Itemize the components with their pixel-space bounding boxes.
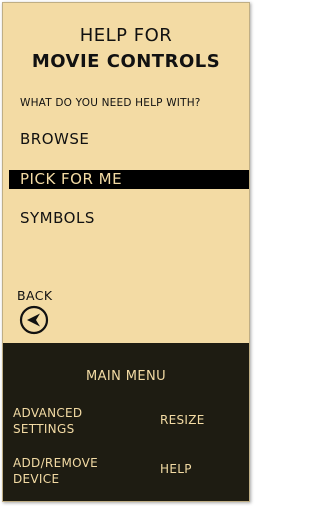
help-subtitle: MOVIE CONTROLS — [31, 51, 221, 72]
option-browse[interactable]: BROWSE — [3, 130, 249, 149]
menu-item-add-remove-device[interactable]: ADD/REMOVE DEVICE — [13, 455, 98, 487]
option-label: BROWSE — [20, 130, 90, 148]
menu-item-help[interactable]: HELP — [160, 461, 192, 477]
main-menu-title: MAIN MENU — [85, 369, 167, 384]
app-frame: HELP FOR MOVIE CONTROLS WHAT DO YOU NEED… — [2, 2, 250, 502]
option-label: PICK FOR ME — [20, 170, 123, 188]
back-arrow-icon[interactable] — [19, 305, 49, 335]
option-symbols[interactable]: SYMBOLS — [3, 209, 249, 228]
menu-item-resize[interactable]: RESIZE — [160, 412, 205, 428]
option-pick-for-me[interactable]: PICK FOR ME — [9, 170, 249, 189]
menu-item-advanced-settings[interactable]: ADVANCED SETTINGS — [13, 405, 82, 437]
back-label[interactable]: BACK — [17, 288, 52, 303]
help-prompt: WHAT DO YOU NEED HELP WITH? — [20, 97, 201, 109]
help-title: HELP FOR — [79, 25, 173, 46]
main-menu-panel: MAIN MENU ADVANCED SETTINGS RESIZE ADD/R… — [3, 343, 249, 501]
option-label: SYMBOLS — [20, 209, 95, 227]
help-panel: HELP FOR MOVIE CONTROLS WHAT DO YOU NEED… — [3, 3, 249, 343]
